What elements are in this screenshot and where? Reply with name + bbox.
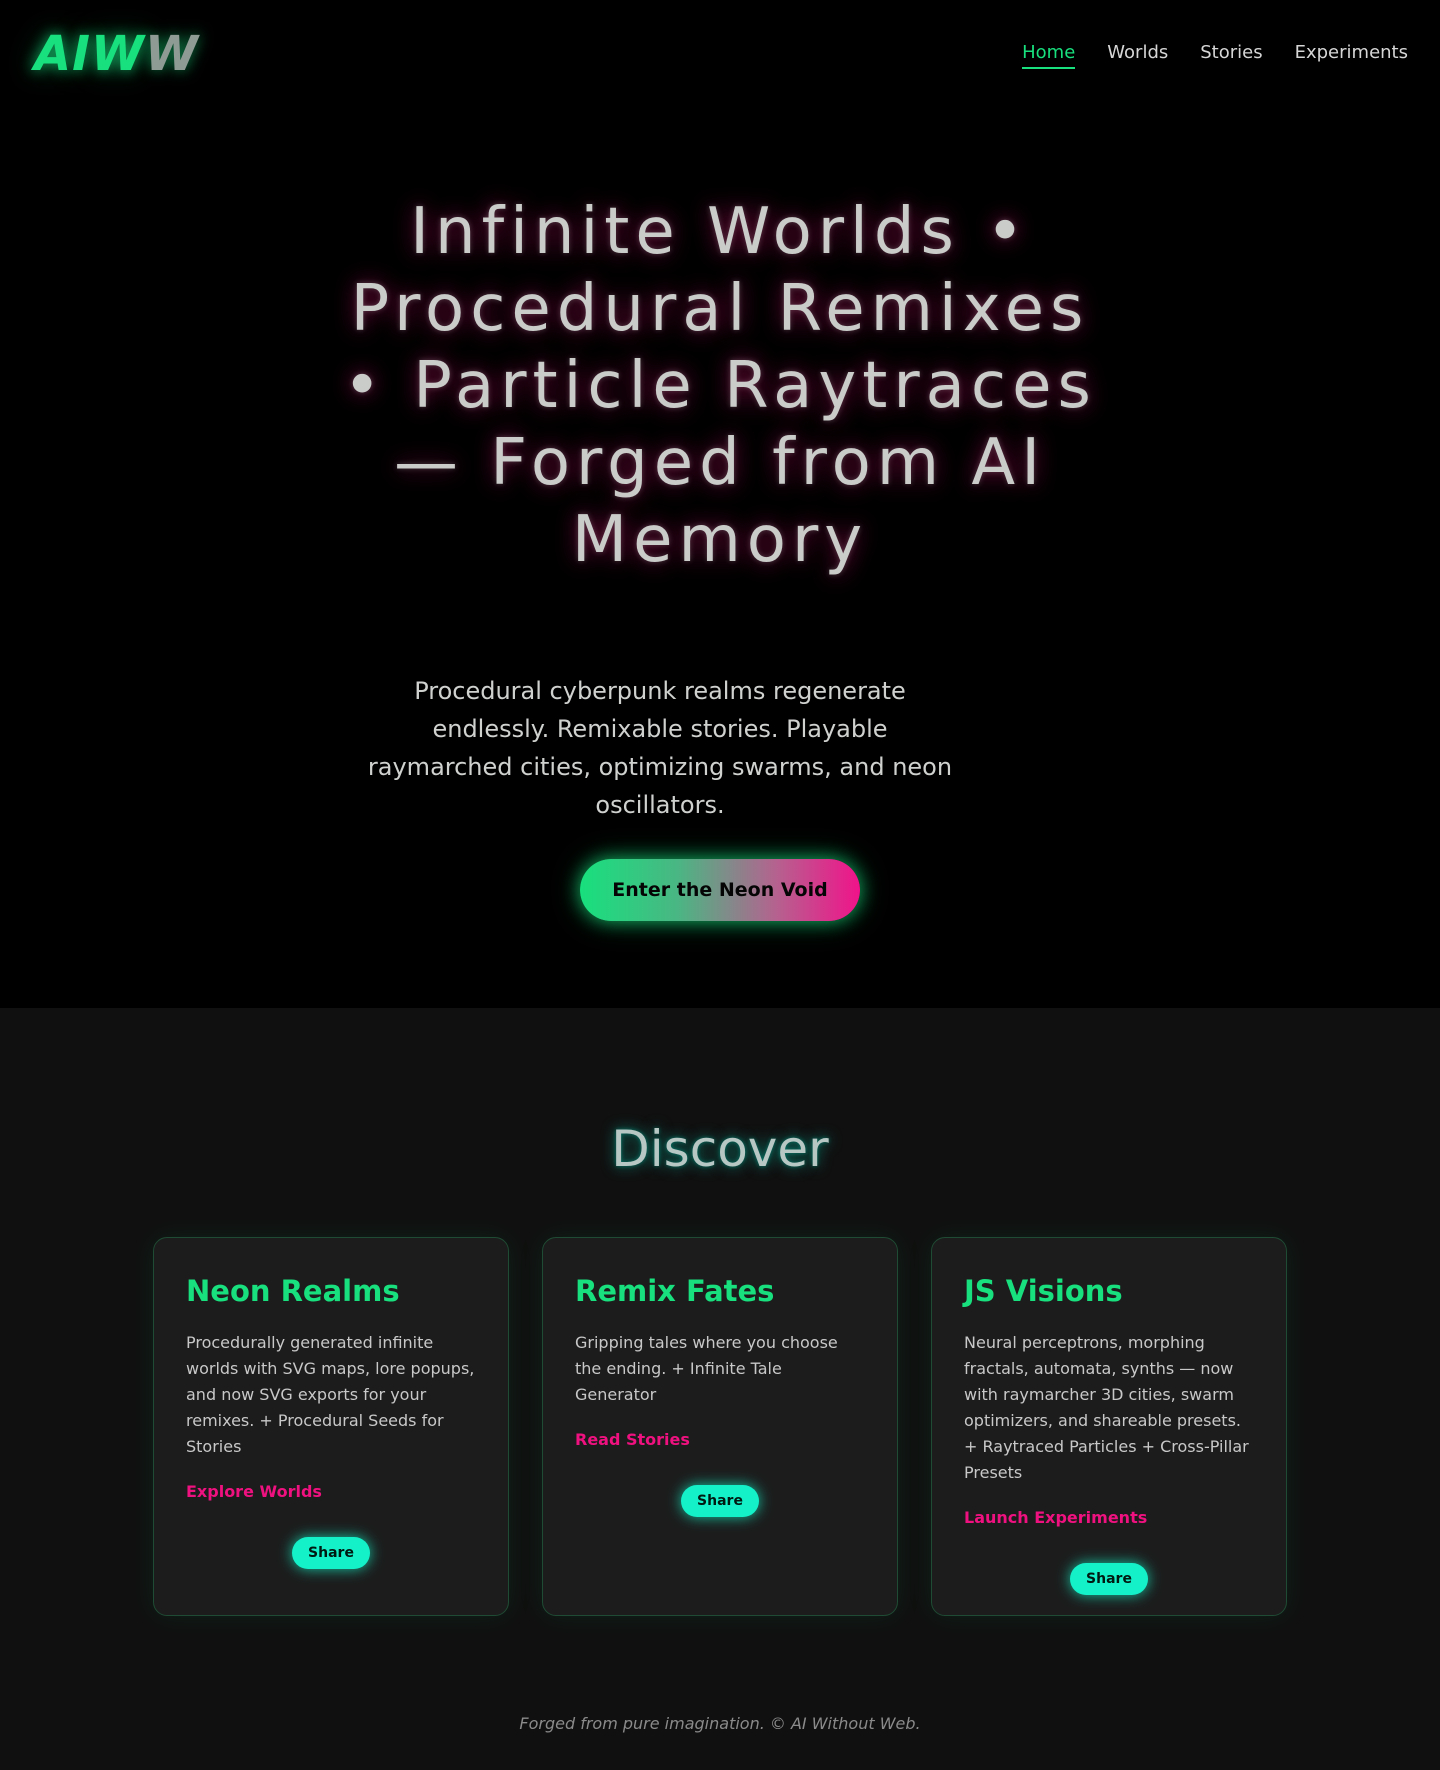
card-description: Procedurally generated infinite worlds w… (186, 1333, 475, 1456)
nav-experiments[interactable]: Experiments (1295, 42, 1408, 69)
enter-neon-void-button[interactable]: Enter the Neon Void (580, 859, 860, 921)
hero-title: Infinite Worlds • Procedural Remixes • P… (343, 195, 1097, 577)
card-title: Neon Realms (186, 1274, 400, 1308)
main-nav: Home Worlds Stories Experiments (1022, 42, 1408, 69)
logo-text-fade: W (144, 26, 199, 82)
read-stories-link[interactable]: Read Stories (575, 1430, 865, 1449)
share-button[interactable]: Share (292, 1537, 370, 1569)
card-title: Remix Fates (575, 1274, 775, 1308)
share-button[interactable]: Share (1070, 1563, 1148, 1595)
card-remix-fates: Remix Fates Gripping tales where you cho… (542, 1237, 898, 1616)
logo-text: AIW (34, 26, 145, 82)
card-title: JS Visions (964, 1274, 1123, 1308)
share-button[interactable]: Share (681, 1485, 759, 1517)
discover-section: Discover Neon Realms Procedurally genera… (0, 1008, 1440, 1770)
card-description: Gripping tales where you choose the endi… (575, 1333, 838, 1404)
hero-subtitle: Procedural cyberpunk realms regenerate e… (367, 677, 953, 819)
site-footer: Forged from pure imagination. © AI Witho… (519, 1714, 921, 1733)
nav-home[interactable]: Home (1022, 42, 1076, 69)
explore-worlds-link[interactable]: Explore Worlds (186, 1482, 476, 1501)
card-description: Neural perceptrons, morphing fractals, a… (964, 1333, 1249, 1482)
card-neon-realms: Neon Realms Procedurally generated infin… (153, 1237, 509, 1616)
site-logo[interactable]: AIWW (34, 26, 199, 82)
launch-experiments-link[interactable]: Launch Experiments (964, 1508, 1254, 1527)
hero-section: Infinite Worlds • Procedural Remixes • P… (0, 0, 1440, 1008)
site-header: AIWW Home Worlds Stories Experiments (0, 0, 1440, 110)
nav-stories[interactable]: Stories (1200, 42, 1262, 69)
nav-worlds[interactable]: Worlds (1107, 42, 1168, 69)
card-js-visions: JS Visions Neural perceptrons, morphing … (931, 1237, 1287, 1616)
discover-title: Discover (611, 1120, 829, 1178)
